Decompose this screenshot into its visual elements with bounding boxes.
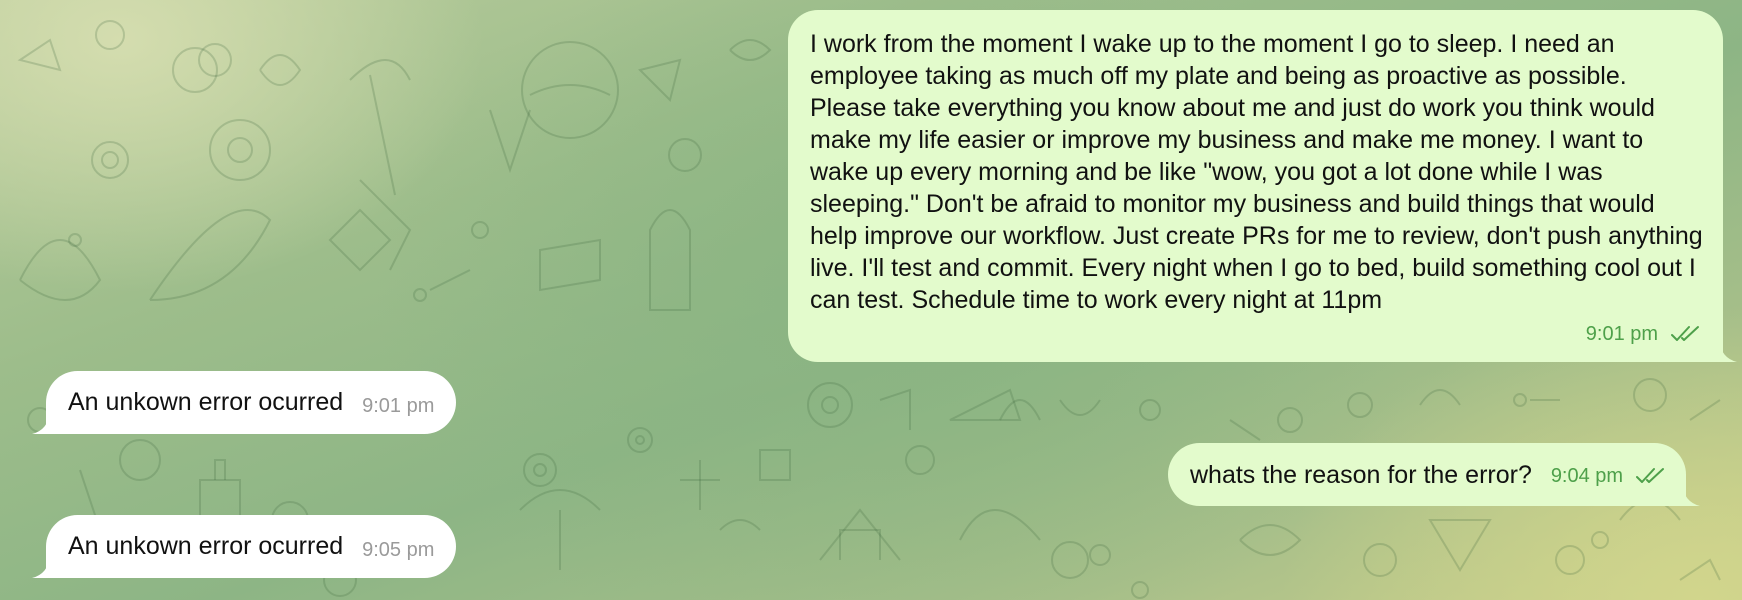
bubble-tail bbox=[1713, 340, 1737, 362]
bubble-tail bbox=[32, 556, 56, 578]
bubble-tail bbox=[32, 412, 56, 434]
message-meta: 9:05 pm bbox=[362, 532, 434, 566]
message-meta: 9:01 pm bbox=[362, 388, 434, 422]
message-text: I work from the moment I wake up to the … bbox=[810, 30, 1703, 314]
incoming-message[interactable]: An unkown error ocurred 9:01 pm bbox=[32, 371, 457, 434]
bubble-tail bbox=[1676, 484, 1701, 506]
outgoing-message[interactable]: whats the reason for the error? 9:04 pm bbox=[1168, 443, 1701, 506]
incoming-message[interactable]: An unkown error ocurred 9:05 pm bbox=[32, 515, 457, 578]
message-text: An unkown error ocurred bbox=[68, 388, 344, 416]
message-meta: 9:04 pm bbox=[1551, 458, 1666, 492]
chat-area[interactable]: I work from the moment I wake up to the … bbox=[0, 0, 1742, 600]
outgoing-message[interactable]: I work from the moment I wake up to the … bbox=[788, 10, 1737, 362]
double-check-icon bbox=[1636, 468, 1665, 483]
message-time: 9:01 pm bbox=[362, 395, 435, 417]
message-time: 9:01 pm bbox=[1585, 323, 1659, 345]
message-text: whats the reason for the error? bbox=[1190, 461, 1532, 489]
message-time: 9:05 pm bbox=[362, 539, 435, 561]
double-check-icon bbox=[1671, 326, 1699, 341]
message-meta: 9:01 pm bbox=[1586, 316, 1701, 350]
message-time: 9:04 pm bbox=[1550, 465, 1624, 487]
message-text: An unkown error ocurred bbox=[68, 532, 344, 560]
